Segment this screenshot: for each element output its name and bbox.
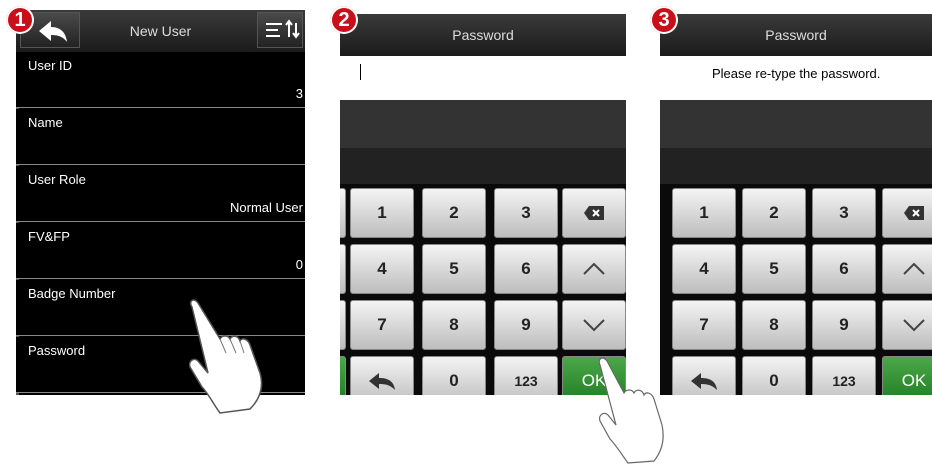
up-key[interactable] bbox=[562, 244, 626, 294]
password-input[interactable] bbox=[340, 56, 626, 100]
retype-prompt: Please re-type the password. bbox=[712, 66, 881, 81]
chevron-down-icon bbox=[583, 319, 605, 332]
title-bar: Password bbox=[340, 14, 626, 57]
key-3[interactable]: 3 bbox=[494, 188, 558, 238]
key-4[interactable]: 4 bbox=[350, 244, 414, 294]
keypad-edge bbox=[340, 188, 346, 238]
ok-button[interactable]: OK bbox=[882, 356, 932, 395]
key-8[interactable]: 8 bbox=[742, 300, 806, 350]
key-6[interactable]: 6 bbox=[812, 244, 876, 294]
row-value: Normal User bbox=[230, 200, 303, 215]
key-7[interactable]: 7 bbox=[672, 300, 736, 350]
key-7[interactable]: 7 bbox=[350, 300, 414, 350]
row-label: User Role bbox=[28, 172, 86, 187]
numeric-keypad: 1 2 3 4 5 6 7 8 9 0 123 OK bbox=[660, 184, 932, 395]
row-label: Password bbox=[28, 343, 86, 358]
keypad-edge bbox=[340, 356, 346, 395]
row-label: Badge Number bbox=[28, 286, 116, 301]
keypad-edge bbox=[340, 300, 346, 350]
page-title: Password bbox=[452, 27, 514, 43]
password-entry-screen: Password 1 2 3 4 5 6 7 8 9 0 123 OK bbox=[340, 14, 626, 395]
backspace-icon bbox=[584, 206, 604, 220]
chevron-down-icon bbox=[903, 319, 925, 332]
key-8[interactable]: 8 bbox=[422, 300, 486, 350]
key-123[interactable]: 123 bbox=[812, 356, 876, 395]
key-0[interactable]: 0 bbox=[742, 356, 806, 395]
password-confirm-screen: Password Please re-type the password. 1 … bbox=[660, 14, 932, 395]
key-1[interactable]: 1 bbox=[350, 188, 414, 238]
back-arrow-icon bbox=[691, 373, 717, 390]
sort-icon bbox=[266, 19, 300, 39]
key-3[interactable]: 3 bbox=[812, 188, 876, 238]
step-badge-1: 1 bbox=[6, 6, 34, 34]
key-5[interactable]: 5 bbox=[422, 244, 486, 294]
back-key[interactable] bbox=[350, 356, 414, 395]
row-user-id[interactable]: User ID 3 bbox=[16, 52, 305, 108]
backspace-key[interactable] bbox=[882, 188, 932, 238]
backspace-key[interactable] bbox=[562, 188, 626, 238]
back-arrow-icon bbox=[369, 373, 395, 390]
hand-pointer-icon bbox=[188, 299, 263, 414]
row-user-role[interactable]: User Role Normal User bbox=[16, 166, 305, 222]
key-5[interactable]: 5 bbox=[742, 244, 806, 294]
step-badge-3: 3 bbox=[650, 6, 678, 34]
key-1[interactable]: 1 bbox=[672, 188, 736, 238]
row-label: User ID bbox=[28, 58, 73, 73]
back-key[interactable] bbox=[672, 356, 736, 395]
chevron-up-icon bbox=[583, 262, 605, 275]
suggestion-bar bbox=[660, 100, 932, 149]
password-confirm-input[interactable]: Please re-type the password. bbox=[660, 56, 932, 100]
key-6[interactable]: 6 bbox=[494, 244, 558, 294]
key-4[interactable]: 4 bbox=[672, 244, 736, 294]
down-key[interactable] bbox=[882, 300, 932, 350]
key-2[interactable]: 2 bbox=[742, 188, 806, 238]
key-9[interactable]: 9 bbox=[812, 300, 876, 350]
row-value: 0 bbox=[295, 257, 303, 272]
backspace-icon bbox=[904, 206, 924, 220]
down-key[interactable] bbox=[562, 300, 626, 350]
title-bar: Password bbox=[660, 14, 932, 57]
step-badge-2: 2 bbox=[330, 6, 358, 34]
up-key[interactable] bbox=[882, 244, 932, 294]
sort-button[interactable] bbox=[257, 12, 303, 48]
suggestion-bar-lower bbox=[660, 148, 932, 184]
text-cursor bbox=[360, 64, 361, 80]
keypad-edge bbox=[340, 244, 346, 294]
key-0[interactable]: 0 bbox=[422, 356, 486, 395]
key-123[interactable]: 123 bbox=[494, 356, 558, 395]
row-fv-fp[interactable]: FV&FP 0 bbox=[16, 223, 305, 279]
key-2[interactable]: 2 bbox=[422, 188, 486, 238]
chevron-up-icon bbox=[903, 262, 925, 275]
row-value: 3 bbox=[295, 86, 303, 101]
row-label: FV&FP bbox=[28, 229, 70, 244]
row-label: Name bbox=[28, 115, 63, 130]
row-name[interactable]: Name bbox=[16, 109, 305, 165]
page-title: Password bbox=[765, 27, 827, 43]
page-title: New User bbox=[129, 23, 192, 39]
suggestion-bar bbox=[340, 100, 626, 149]
numeric-keypad: 1 2 3 4 5 6 7 8 9 0 123 OK bbox=[340, 184, 626, 395]
key-9[interactable]: 9 bbox=[494, 300, 558, 350]
suggestion-bar-lower bbox=[340, 148, 626, 184]
